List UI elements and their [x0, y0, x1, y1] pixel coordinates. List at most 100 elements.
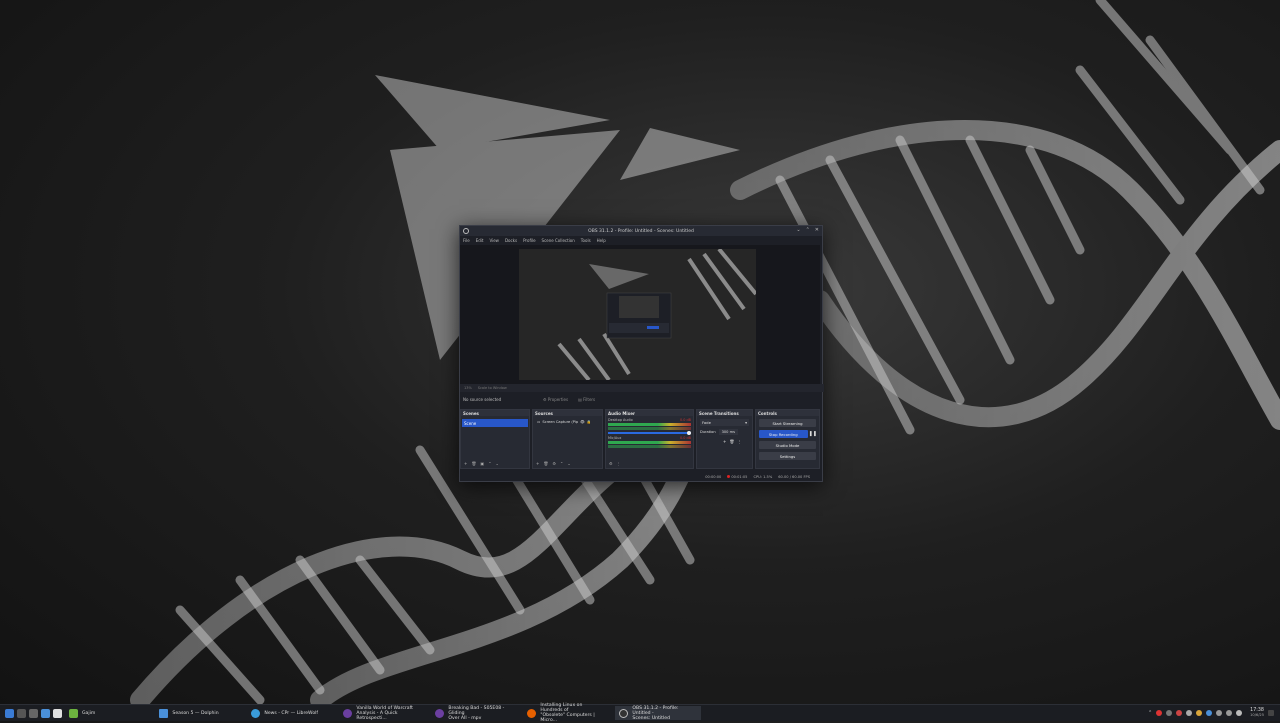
- stream-time: 00:00:00: [705, 474, 722, 479]
- duration-label: Duration: [700, 430, 716, 434]
- scenes-dock-footer[interactable]: +🗑▣⌃⌄: [464, 461, 503, 466]
- close-icon[interactable]: ✕: [815, 227, 819, 233]
- system-tray: ⌃ 17:38 10/6/25: [1148, 706, 1274, 720]
- task-wow-video[interactable]: Vanilla World of Warcraft Analysis - A Q…: [339, 706, 425, 721]
- scenes-dock-title: Scenes: [461, 410, 529, 416]
- channel-db: 0.0 dB: [680, 418, 691, 422]
- sources-dock-footer[interactable]: +🗑⚙⌃⌄: [536, 461, 575, 466]
- program-preview[interactable]: [519, 249, 756, 380]
- menu-file[interactable]: File: [463, 238, 470, 243]
- preview-image: [519, 249, 756, 380]
- lock-icon[interactable]: 🔒: [587, 420, 591, 424]
- task-firefox[interactable]: Installing Linux on Hundreds of "Obsolet…: [523, 703, 609, 723]
- task-librewolf[interactable]: News - CPr — LibreWolf: [247, 706, 333, 720]
- stop-recording-button[interactable]: Stop Recording: [759, 430, 808, 438]
- obs-icon: [619, 708, 629, 718]
- menu-docks[interactable]: Docks: [505, 238, 517, 243]
- mixer-channel-desktop: Desktop Audio 0.0 dB: [608, 418, 691, 435]
- transition-actions[interactable]: +🗑⋮: [723, 439, 752, 444]
- clock[interactable]: 17:38 10/6/25: [1250, 708, 1264, 718]
- start-streaming-button[interactable]: Start Streaming: [759, 419, 816, 427]
- menu-profile[interactable]: Profile: [523, 238, 535, 243]
- controls-title: Controls: [756, 410, 819, 416]
- properties-button[interactable]: ⚙ Properties: [543, 397, 568, 402]
- clock-date: 10/6/25: [1250, 713, 1264, 717]
- scene-transitions-dock: Scene Transitions Fade ▾ Duration 300 ms…: [696, 409, 753, 469]
- obs-statusbar: 00:00:00 00:01:05 CPU: 1.5% 60.00 / 60.0…: [460, 472, 820, 481]
- studio-mode-button[interactable]: Studio Mode: [759, 441, 816, 449]
- recording-tray-icon[interactable]: [1156, 710, 1163, 716]
- menu-scene-collection[interactable]: Scene Collection: [542, 238, 575, 243]
- settings-button[interactable]: Settings: [759, 452, 816, 460]
- obs-window[interactable]: OBS 31.1.2 - Profile: Untitled - Scenes:…: [459, 225, 824, 482]
- mixer-footer[interactable]: ⚙⋮: [609, 461, 625, 466]
- task-gajim[interactable]: Gajim: [65, 706, 99, 720]
- volume-slider[interactable]: [608, 431, 691, 435]
- power-icon[interactable]: [1236, 710, 1243, 716]
- volume-meter: [608, 423, 691, 426]
- audio-mixer-title: Audio Mixer: [606, 410, 693, 416]
- volume-icon[interactable]: [1216, 710, 1223, 716]
- source-toolbar: No source selected ⚙ Properties ▤ Filter…: [460, 395, 823, 404]
- menu-tools[interactable]: Tools: [581, 238, 591, 243]
- monitor-icon: ▭: [537, 420, 541, 424]
- librewolf-icon: [251, 708, 261, 718]
- menu-view[interactable]: View: [489, 238, 499, 243]
- menu-help[interactable]: Help: [597, 238, 606, 243]
- audio-mixer-dock: Audio Mixer Desktop Audio 0.0 dB Mic/Aux…: [605, 409, 694, 469]
- minimize-icon[interactable]: ⌄: [796, 227, 800, 233]
- pause-icon[interactable]: ❚❚: [809, 431, 817, 437]
- show-desktop-icon[interactable]: [1268, 710, 1274, 716]
- chevron-down-icon: ▾: [745, 420, 747, 425]
- record-icon: [727, 474, 731, 478]
- taskbar: Gajim Season 5 — Dolphin News - CPr — Li…: [0, 703, 1280, 723]
- volume-meter: [608, 427, 691, 430]
- network-icon[interactable]: [1166, 710, 1173, 716]
- fps-readout: 60.00 / 60.00 FPS: [778, 474, 810, 479]
- clipboard-icon[interactable]: [1186, 710, 1193, 716]
- duration-field[interactable]: 300 ms: [718, 429, 738, 435]
- gajim-icon: [69, 708, 78, 718]
- task-obs[interactable]: OBS 31.1.2 - Profile: Untitled - Scenes:…: [615, 706, 702, 721]
- app-launcher-icon[interactable]: [5, 708, 14, 718]
- task-breaking-bad[interactable]: Breaking Bad - S05E08 - Gliding Over All…: [431, 706, 517, 721]
- obs-menubar: File Edit View Docks Profile Scene Colle…: [460, 236, 822, 244]
- task-dolphin[interactable]: Season 5 — Dolphin: [155, 706, 241, 720]
- notification-icon[interactable]: [1196, 710, 1203, 716]
- zoom-level[interactable]: 13%: [464, 386, 472, 390]
- transition-select[interactable]: Fade ▾: [700, 419, 749, 426]
- channel-db: 0.0 dB: [680, 436, 691, 440]
- channel-name: Desktop Audio: [608, 418, 633, 422]
- maximize-icon[interactable]: ⌃: [806, 227, 810, 233]
- mixer-channel-mic: Mic/Aux 0.0 dB: [608, 436, 691, 448]
- menu-edit[interactable]: Edit: [476, 238, 484, 243]
- visibility-icon[interactable]: 👁: [580, 420, 585, 424]
- tray-expand-icon[interactable]: ⌃: [1148, 710, 1152, 716]
- source-item[interactable]: ▭ Screen Capture (Pip 👁 🔒: [534, 419, 601, 425]
- obs-titlebar[interactable]: OBS 31.1.2 - Profile: Untitled - Scenes:…: [460, 226, 822, 236]
- bluetooth-icon[interactable]: [1206, 710, 1213, 716]
- display-icon[interactable]: [1226, 710, 1233, 716]
- pager-icon[interactable]: [29, 708, 38, 718]
- obs-window-title: OBS 31.1.2 - Profile: Untitled - Scenes:…: [588, 228, 694, 234]
- scale-to-window[interactable]: Scale to Window: [478, 386, 507, 390]
- no-source-label: No source selected: [463, 397, 502, 402]
- firefox-icon: [527, 708, 537, 718]
- preview-area: [460, 245, 820, 384]
- cpu-usage: CPU: 1.5%: [753, 474, 773, 479]
- dolphin-icon: [159, 708, 169, 718]
- transitions-title: Scene Transitions: [697, 410, 752, 416]
- volume-meter: [608, 445, 691, 448]
- scene-item[interactable]: Scene: [462, 419, 528, 427]
- sources-dock-title: Sources: [533, 410, 602, 416]
- terminal-icon[interactable]: [53, 708, 62, 718]
- controls-dock: Controls Start Streaming Stop Recording …: [755, 409, 820, 469]
- filters-button[interactable]: ▤ Filters: [578, 397, 595, 402]
- folder-icon[interactable]: [41, 708, 50, 718]
- mpv-icon: [435, 708, 445, 718]
- volume-meter: [608, 441, 691, 444]
- sources-dock: Sources ▭ Screen Capture (Pip 👁 🔒 +🗑⚙⌃⌄: [532, 409, 603, 469]
- desktop-icon[interactable]: [17, 708, 26, 718]
- update-icon[interactable]: [1176, 710, 1183, 716]
- recording-time: 00:01:05: [727, 474, 747, 479]
